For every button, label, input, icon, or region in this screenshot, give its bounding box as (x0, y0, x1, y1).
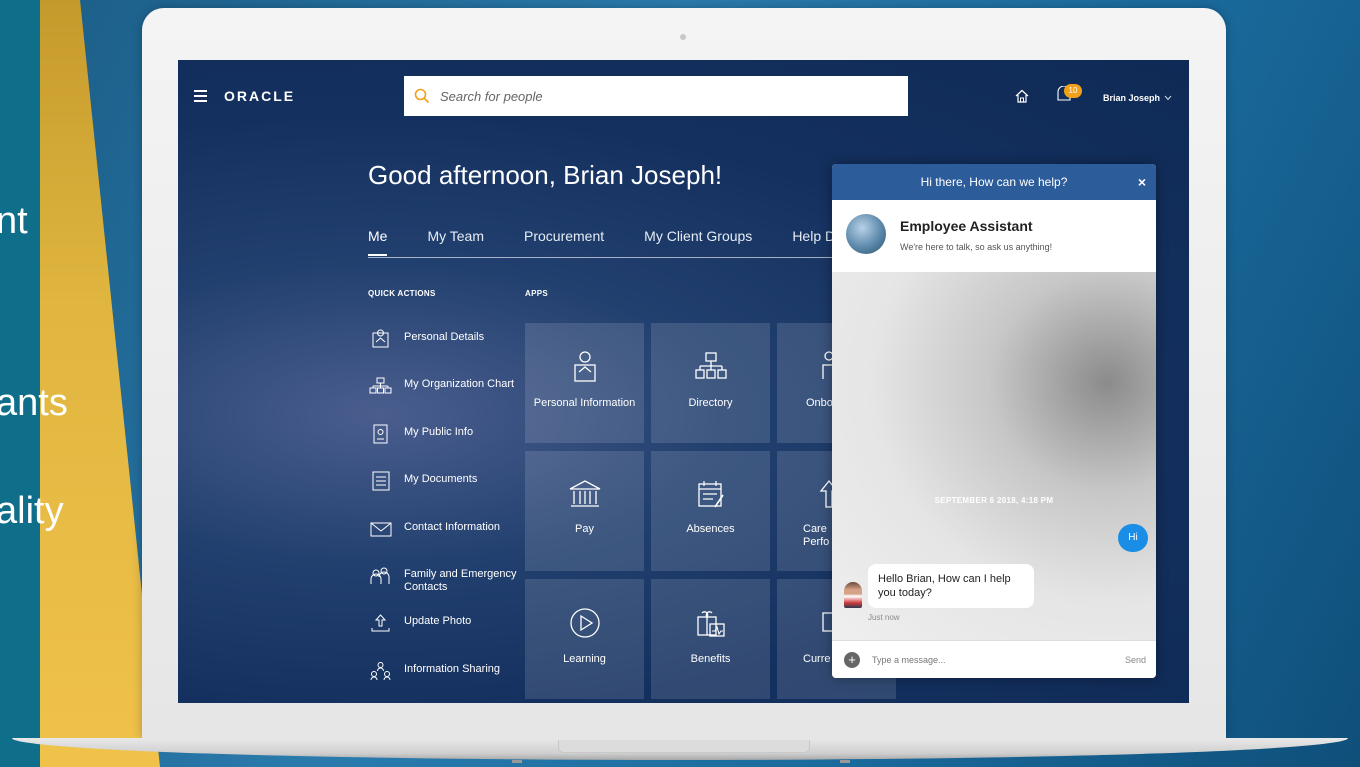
slide-text-line-2: ants (0, 382, 68, 424)
chat-message-input[interactable] (870, 654, 1094, 666)
add-attachment-icon[interactable]: + (844, 652, 860, 668)
app-tile-pay[interactable]: Pay (525, 451, 644, 571)
quick-action-personal-details[interactable]: Personal Details (368, 328, 528, 375)
laptop-notch (558, 740, 810, 753)
tab-my-team[interactable]: My Team (427, 228, 484, 256)
agent-name: Employee Assistant (900, 218, 1033, 234)
chat-date: SEPTEMBER 6 2018, 4:18 PM (934, 496, 1054, 505)
badge-icon (373, 424, 388, 444)
user-name: Brian Joseph (1103, 93, 1161, 103)
oracle-logo[interactable]: ORACLE (224, 88, 295, 104)
message-timestamp: Just now (868, 613, 900, 622)
greeting-title: Good afternoon, Brian Joseph! (368, 160, 723, 190)
person-id-icon (372, 329, 389, 348)
chevron-down-icon (1164, 95, 1172, 101)
slide-text-line-3: ality (0, 490, 64, 532)
chat-header: Hi there, How can we help? × (832, 164, 1156, 200)
nav-tabs: Me My Team Procurement My Client Groups … (368, 228, 875, 256)
play-icon (570, 608, 600, 638)
person-icon (574, 351, 596, 382)
gift-icon (697, 611, 725, 637)
app-tile-learning[interactable]: Learning (525, 579, 644, 699)
user-message-bubble: Hi (1118, 524, 1148, 552)
tabs-divider (368, 257, 833, 258)
laptop-camera (680, 34, 686, 40)
app-tile-directory[interactable]: Directory (651, 323, 770, 443)
envelope-icon (370, 522, 392, 537)
tab-procurement[interactable]: Procurement (524, 228, 604, 256)
tab-my-client-groups[interactable]: My Client Groups (644, 228, 752, 256)
sharing-icon (370, 661, 391, 680)
agent-card: Employee Assistant We're here to talk, s… (832, 200, 1156, 273)
chat-messages[interactable]: SEPTEMBER 6 2018, 4:18 PM Hi Hello Brian… (832, 272, 1156, 640)
bot-message-bubble: Hello Brian, How can I help you today? (868, 564, 1034, 608)
user-menu[interactable]: Brian Joseph (1103, 93, 1172, 103)
tab-help-desk[interactable]: Help D (792, 228, 835, 256)
search-icon (414, 88, 430, 104)
app-screen: ORACLE 10 Brian Joseph Good afternoon, B… (178, 60, 1189, 703)
laptop-foot-right (840, 760, 850, 763)
app-tile-absences[interactable]: Absences (651, 451, 770, 571)
quick-action-public-info[interactable]: My Public Info (368, 423, 528, 470)
top-bar: ORACLE 10 Brian Joseph (178, 60, 1189, 132)
notification-badge: 10 (1064, 84, 1082, 98)
agent-avatar (846, 214, 886, 254)
home-icon[interactable] (1014, 88, 1030, 104)
slide-text-line-1: nt (0, 200, 28, 242)
tab-me[interactable]: Me (368, 228, 388, 256)
quick-action-my-documents[interactable]: My Documents (368, 470, 528, 517)
quick-actions-list: Personal Details My Organization Chart M… (368, 328, 528, 703)
quick-action-family-contacts[interactable]: Family and Emergency Contacts (368, 565, 528, 612)
laptop-foot-left (512, 760, 522, 763)
apps-heading: APPS (525, 289, 548, 298)
org-chart-icon (369, 377, 392, 394)
quick-action-org-chart[interactable]: My Organization Chart (368, 375, 528, 422)
send-button[interactable]: Send (1125, 655, 1146, 665)
app-tile-benefits[interactable]: Benefits (651, 579, 770, 699)
menu-icon[interactable] (194, 90, 207, 105)
quick-action-information-sharing[interactable]: Information Sharing (368, 660, 528, 703)
bank-icon (569, 480, 601, 507)
search-input[interactable] (438, 87, 882, 105)
chat-panel: Hi there, How can we help? × Employee As… (832, 164, 1156, 678)
app-tile-personal-information[interactable]: Personal Information (525, 323, 644, 443)
document-icon (372, 471, 390, 491)
upload-photo-icon (371, 614, 390, 632)
calendar-icon (698, 481, 724, 508)
quick-action-contact-information[interactable]: Contact Information (368, 518, 528, 565)
quick-action-update-photo[interactable]: Update Photo (368, 612, 528, 659)
quick-actions-heading: QUICK ACTIONS (368, 289, 436, 298)
agent-subtitle: We're here to talk, so ask us anything! (900, 242, 1053, 252)
bot-avatar (844, 582, 862, 608)
directory-icon (695, 352, 727, 379)
chat-header-title: Hi there, How can we help? (920, 175, 1068, 189)
close-icon[interactable]: × (1138, 164, 1146, 200)
family-icon (370, 567, 390, 584)
chat-input-bar: + Send (832, 640, 1156, 678)
search-bar[interactable] (404, 76, 908, 116)
